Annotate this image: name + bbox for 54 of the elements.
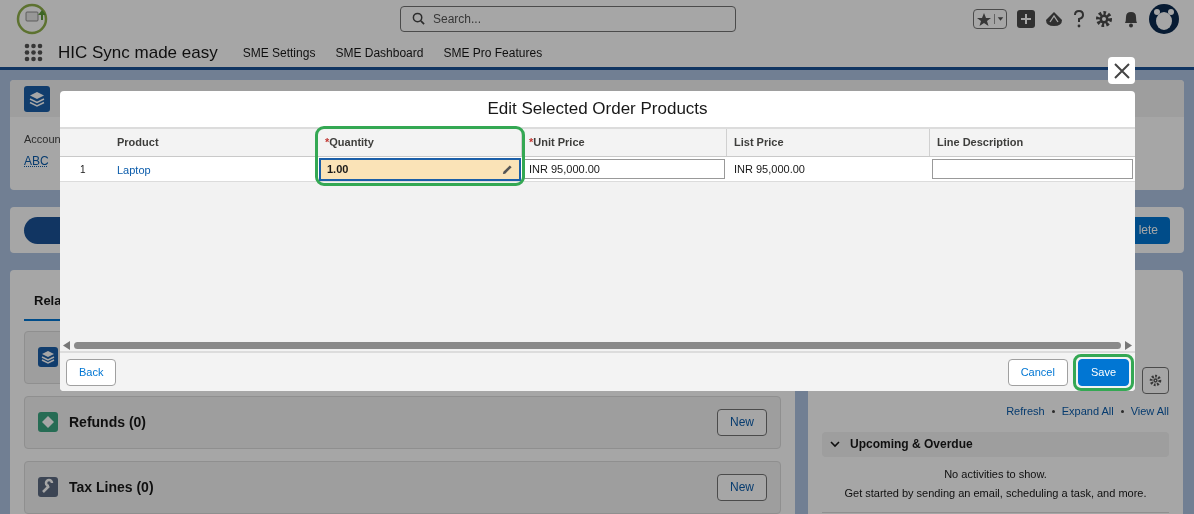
avatar-icon[interactable] [1149,4,1179,34]
activity-link[interactable]: View All [1130,403,1169,420]
gear-button[interactable] [1142,367,1169,394]
nav-tab[interactable]: SME Dashboard [325,38,434,67]
bell-icon[interactable] [1123,10,1139,28]
quantity-field[interactable]: 1.00 [319,157,521,181]
field-label: Accoun [24,132,61,147]
new-button[interactable]: New [717,408,767,436]
plus-icon[interactable] [1017,10,1035,28]
footer-button[interactable]: Back [66,358,117,386]
pencil-icon[interactable] [502,163,513,175]
column-header[interactable]: Product [110,129,318,156]
required-mark: * [325,135,330,151]
footer-button[interactable]: Cancel [1007,358,1068,386]
list-title: Tax Lines (0) [69,477,154,497]
activity-link[interactable]: Refresh [1006,403,1045,420]
help-icon[interactable] [1073,10,1085,28]
scroll-right-icon[interactable] [1125,340,1132,350]
unit-price-field[interactable]: INR 95,000.00 [524,159,725,179]
activity-link[interactable]: Expand All [1061,403,1114,420]
favorites-button[interactable] [973,9,1007,29]
product-link[interactable]: Laptop [117,164,151,176]
app-launcher-icon[interactable] [24,43,43,62]
close-button[interactable] [1108,57,1135,84]
wrench-icon [38,477,58,497]
line-description-field[interactable] [932,159,1133,179]
empty-message: Get started by sending an email, scheduling a task, and more. [844,486,1147,501]
column-header[interactable]: Line Description [930,129,1135,156]
scrollbar-thumb[interactable] [74,341,1121,349]
caret-icon [994,14,1006,24]
nav-tab[interactable]: SME Settings [232,38,326,67]
stack-icon [38,347,58,367]
column-header[interactable]: *Unit Price [522,129,727,156]
required-mark: * [529,135,534,151]
nav-tab[interactable]: SME Pro Features [433,38,553,67]
record-icon [24,85,50,112]
chevron-icon [830,439,840,449]
close-icon [1113,62,1130,79]
footer-button[interactable]: Save [1077,358,1129,386]
scroll-left-icon[interactable] [63,340,70,350]
column-header[interactable]: List Price [727,129,930,156]
search-icon [412,12,425,25]
new-button[interactable]: New [717,473,767,501]
settings-icon[interactable] [1095,10,1113,28]
account-link[interactable]: ABC [24,151,49,170]
mountain-icon[interactable] [1045,11,1063,27]
empty-message: No activities to show. [944,466,1047,482]
table-cell-text: INR 95,000.00 [733,161,806,177]
row-number: 1 [79,162,87,177]
list-title: Refunds (0) [69,412,146,432]
app-name: HIC Sync made easy [58,41,218,64]
gear-icon [1149,374,1162,387]
search-field[interactable]: Search... [400,6,736,32]
section-header[interactable]: Upcoming & Overdue [822,431,1169,457]
